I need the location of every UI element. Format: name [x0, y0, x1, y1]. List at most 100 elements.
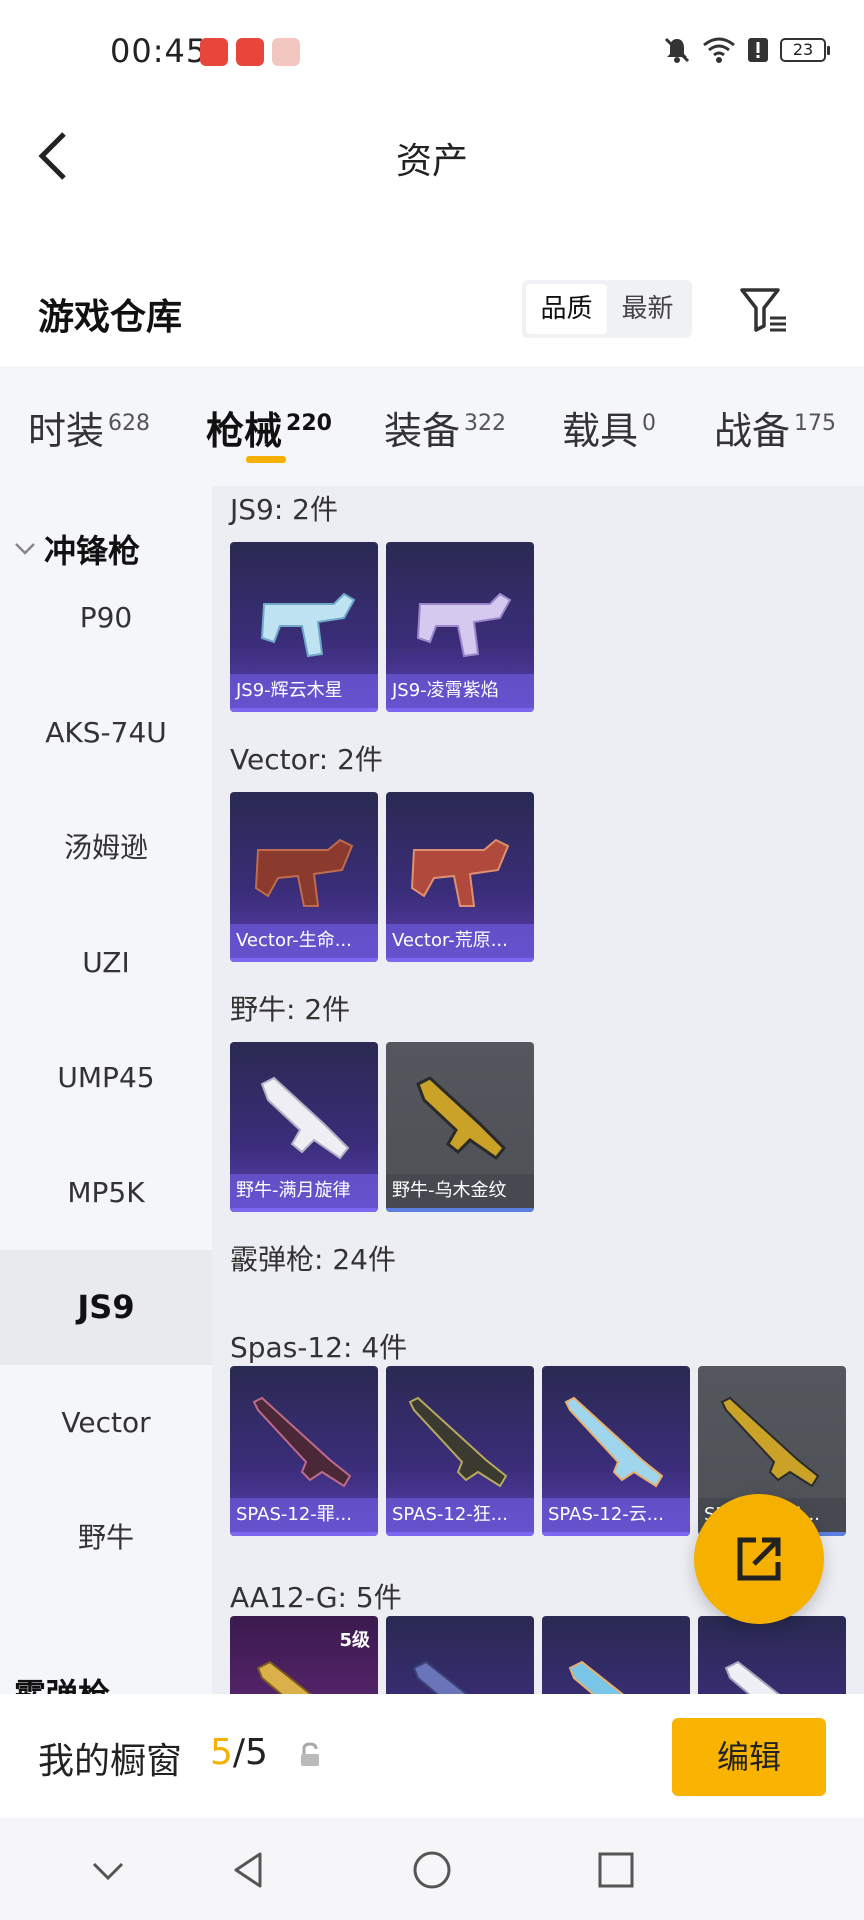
sort-newest-button[interactable]: 最新	[607, 284, 688, 334]
skin-card[interactable]: SPAS-12-云...	[542, 1366, 690, 1536]
status-bar: 00:45 23	[0, 0, 864, 100]
skin-card[interactable]: JS9-辉云木星	[230, 542, 378, 712]
sort-switch: 品质 最新	[522, 280, 692, 338]
smg-icon	[260, 1076, 350, 1160]
sidebar-item-p90[interactable]: P90	[0, 560, 212, 675]
tab-firearms[interactable]: 枪械 220	[206, 400, 332, 455]
sidebar-item-bizon[interactable]: 野牛	[0, 1480, 212, 1595]
tab-count: 0	[642, 411, 657, 437]
skin-name: Vector-生命...	[230, 924, 378, 958]
showcase-total: /5	[232, 1732, 268, 1773]
wifi-icon	[703, 37, 735, 63]
mute-icon	[664, 37, 690, 63]
nav-recents-icon[interactable]	[594, 1848, 638, 1892]
tab-vehicles[interactable]: 载具 0	[562, 400, 656, 455]
tab-equipment[interactable]: 装备 322	[384, 400, 506, 455]
sidebar-item-thompson[interactable]: 汤姆逊	[0, 790, 212, 905]
tab-label: 枪械	[206, 409, 283, 453]
tab-count: 628	[108, 411, 151, 437]
tab-label: 载具	[562, 409, 639, 453]
filter-icon[interactable]	[738, 284, 790, 336]
external-link-icon	[737, 1537, 781, 1581]
skin-card[interactable]: 野牛-乌木金纹	[386, 1042, 534, 1212]
tab-label: 时装	[28, 409, 105, 453]
huawei-app-icon	[200, 38, 228, 66]
smg-icon	[260, 592, 356, 658]
app-header: 资产	[0, 100, 864, 210]
weapon-type-sidebar: 冲锋枪 P90 AKS-74U 汤姆逊 UZI UMP45 MP5K JS9 V…	[0, 486, 212, 1696]
rarity-bar	[386, 958, 534, 962]
tab-count: 322	[464, 411, 507, 437]
skin-card[interactable]	[542, 1616, 690, 1696]
skin-name: SPAS-12-狂...	[386, 1498, 534, 1532]
skin-name: SPAS-12-云...	[542, 1498, 690, 1532]
tab-count: 175	[794, 411, 837, 437]
shotgun-icon	[568, 1660, 627, 1696]
box-app-icon	[272, 38, 300, 66]
category-shotgun[interactable]: 霰弹枪	[14, 1670, 110, 1696]
skin-name: Vector-荒原...	[386, 924, 534, 958]
sort-quality-button[interactable]: 品质	[526, 284, 607, 334]
skin-name: 野牛-乌木金纹	[386, 1174, 534, 1208]
tab-supplies[interactable]: 战备 175	[714, 400, 836, 455]
skin-card[interactable]: JS9-凌霄紫焰	[386, 542, 534, 712]
shotgun-icon	[408, 1396, 508, 1488]
skin-name: JS9-辉云木星	[230, 674, 378, 708]
skin-name: 野牛-满月旋律	[230, 1174, 378, 1208]
rarity-bar	[386, 1208, 534, 1212]
smg-icon	[254, 838, 354, 907]
rarity-bar	[386, 1532, 534, 1536]
shotgun-icon	[412, 1660, 471, 1696]
group-label: 野牛: 2件	[230, 993, 351, 1026]
tab-fashion[interactable]: 时装 628	[28, 400, 150, 455]
group-label: Vector: 2件	[230, 743, 383, 776]
system-nav-bar	[0, 1818, 864, 1920]
shotgun-icon	[724, 1660, 783, 1696]
shotgun-icon	[256, 1660, 315, 1696]
chevron-down-icon	[15, 543, 35, 555]
group-label: AA12-G: 5件	[230, 1581, 402, 1614]
tab-count: 220	[286, 411, 332, 437]
skin-card[interactable]: Vector-荒原...	[386, 792, 534, 962]
skin-card[interactable]: Vector-生命...	[230, 792, 378, 962]
status-time: 00:45	[110, 32, 208, 70]
smg-icon	[416, 1076, 507, 1161]
skin-card[interactable]	[698, 1616, 846, 1696]
showcase-bar: 我的橱窗 5/5 编辑	[0, 1694, 864, 1818]
skin-card[interactable]: 野牛-满月旋律	[230, 1042, 378, 1212]
edit-button[interactable]: 编辑	[672, 1718, 826, 1796]
tab-label: 战备	[714, 409, 791, 453]
rarity-bar	[230, 958, 378, 962]
sidebar-item-vector[interactable]: Vector	[0, 1365, 212, 1480]
skin-name: SPAS-12-罪...	[230, 1498, 378, 1532]
sidebar-item-ump45[interactable]: UMP45	[0, 1020, 212, 1135]
rarity-bar	[230, 708, 378, 712]
skin-card[interactable]: SPAS-12-狂...	[386, 1366, 534, 1536]
shotgun-icon	[564, 1396, 664, 1488]
sidebar-item-js9[interactable]: JS9	[0, 1250, 212, 1365]
chevron-down-icon[interactable]	[86, 1848, 130, 1892]
sidebar-item-aks74u[interactable]: AKS-74U	[0, 675, 212, 790]
showcase-label: 我的橱窗	[38, 1741, 183, 1782]
sidebar-item-mp5k[interactable]: MP5K	[0, 1135, 212, 1250]
page-title: 资产	[395, 141, 468, 182]
shotgun-icon	[720, 1396, 820, 1488]
nav-home-icon[interactable]	[410, 1848, 454, 1892]
skin-card[interactable]: 5级	[230, 1616, 378, 1696]
alert-icon	[748, 38, 768, 62]
battery-icon: 23	[780, 38, 830, 62]
sidebar-item-uzi[interactable]: UZI	[0, 905, 212, 1020]
category-header: 霰弹枪: 24件	[230, 1243, 396, 1276]
shotgun-icon	[252, 1396, 352, 1488]
nav-back-icon[interactable]	[226, 1848, 270, 1892]
active-tab-indicator	[246, 456, 286, 463]
skin-card[interactable]	[386, 1616, 534, 1696]
tab-label: 装备	[384, 409, 461, 453]
export-fab-button[interactable]	[694, 1494, 824, 1624]
smg-icon	[410, 838, 510, 907]
skin-card[interactable]: SPAS-12-罪...	[230, 1366, 378, 1536]
rarity-bar	[386, 708, 534, 712]
huawei-app-icon	[236, 38, 264, 66]
rarity-bar	[230, 1532, 378, 1536]
rarity-bar	[542, 1532, 690, 1536]
